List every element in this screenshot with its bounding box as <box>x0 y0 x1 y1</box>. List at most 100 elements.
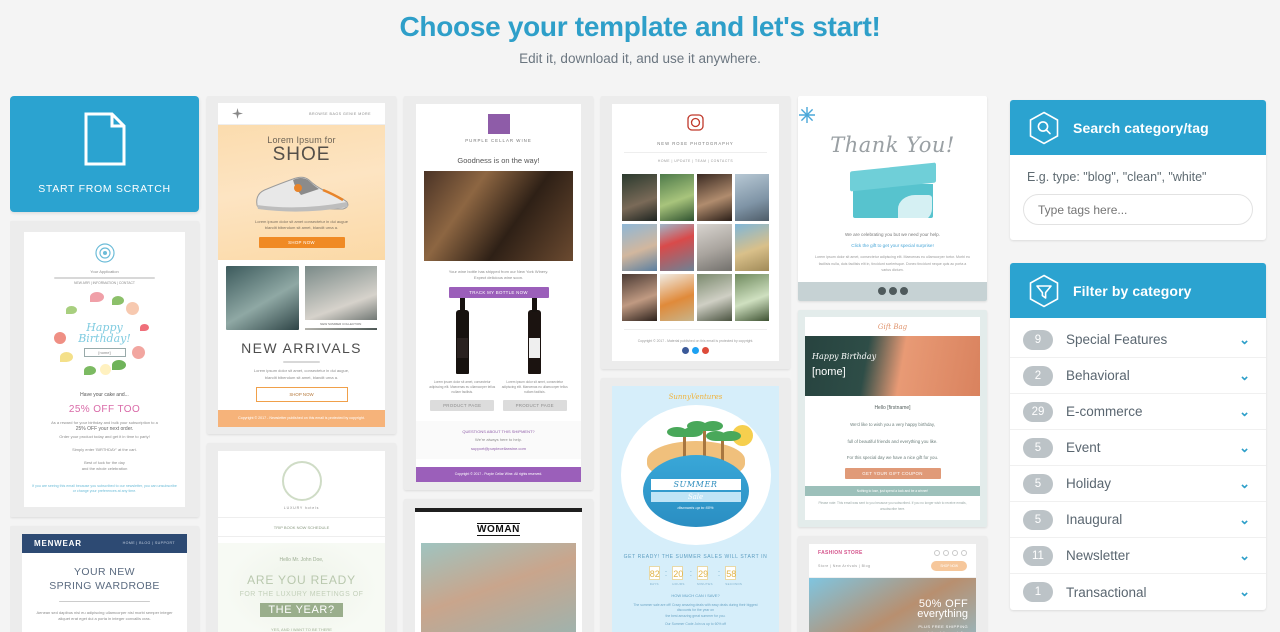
countdown-days: 82 DAYS <box>648 566 660 586</box>
chevron-down-icon[interactable]: ⌄ <box>1239 584 1250 600</box>
wine-q1: QUESTIONS ABOUT THIS SHIPMENT? <box>462 429 535 435</box>
template-card-menwear[interactable]: MENWEAR HOME | BLOG | SUPPORT YOUR NEW S… <box>10 525 199 632</box>
twitter-icon[interactable] <box>943 549 949 556</box>
grid-column-1: START FROM SCRATCH Your Application NEW … <box>10 96 199 632</box>
shoe-navbar: BROWSE BAGS GENIE MORE <box>218 103 385 125</box>
page-header: Choose your template and let's start! Ed… <box>0 0 1280 66</box>
category-row-special-features[interactable]: 9 Special Features ⌄ <box>1010 322 1266 358</box>
island-illustration: SUMMER Sale discounts up to 60% <box>620 405 771 545</box>
sneaker-graphic <box>249 171 354 213</box>
category-row-transactional[interactable]: 1 Transactional ⌄ <box>1010 574 1266 610</box>
wine-product2-button[interactable]: PRODUCT PAGE <box>502 400 567 412</box>
facebook-icon[interactable] <box>877 287 886 296</box>
category-count: 5 <box>1023 473 1053 494</box>
start-from-scratch-card[interactable]: START FROM SCRATCH <box>10 96 199 212</box>
giftbag-band: Nothing to lose, just spend a look and b… <box>805 486 980 497</box>
thankyou-line1: We are celebrating you but we need your … <box>845 232 940 237</box>
template-card-birthday[interactable]: Your Application NEW ARR | INFORMATION |… <box>10 220 199 517</box>
giftbag-legal: Please note: This email was sent to you … <box>818 501 967 512</box>
template-card-luxury[interactable]: LUXURY hotels TRIP BOOK NOW SCHEDULE Hel… <box>207 442 396 632</box>
grid-column-2: BROWSE BAGS GENIE MORE Lorem Ipsum for S… <box>207 96 396 632</box>
grid-column-3: PURPLE CELLAR WINE Goodness is on the wa… <box>404 96 593 632</box>
birthday-brand: Your Application <box>90 268 119 274</box>
floral-wreath-graphic: Happy Birthday! [nome] <box>50 290 160 386</box>
shoe-photo-left <box>226 266 299 331</box>
template-card-summer[interactable]: SunnyVentures SUMMER Sale discounts up t… <box>601 378 790 632</box>
menwear-title1: YOUR NEW <box>74 565 135 578</box>
shoe-cta-button[interactable]: SHOP NOW <box>258 237 345 249</box>
template-card-photogrid[interactable]: NEW ROSE PHOTOGRAPHY HOME | UPDATE | TEA… <box>601 96 790 369</box>
template-card-fashion[interactable]: FASHION STORE Store | New Arrivals | Blo… <box>798 535 987 632</box>
category-row-behavioral[interactable]: 2 Behavioral ⌄ <box>1010 358 1266 394</box>
thankyou-link[interactable]: Click the gift to get your special surpr… <box>798 239 987 252</box>
category-count: 5 <box>1023 509 1053 530</box>
chevron-down-icon[interactable]: ⌄ <box>1239 440 1250 456</box>
google-icon[interactable] <box>702 347 709 354</box>
twitter-icon[interactable] <box>692 347 699 354</box>
fashion-shop-pill[interactable]: SHOP NOW <box>931 560 967 571</box>
wine-body2: Expect delicious wine soon. <box>473 275 524 281</box>
category-label: Inaugural <box>1066 512 1123 527</box>
photogrid-socials <box>612 347 779 361</box>
summer-getready: GET READY! THE SUMMER SALES WILL START I… <box>623 554 768 560</box>
template-card-giftbag[interactable]: Gift Bag Happy Birthday [nome] Hello [fi… <box>798 309 987 527</box>
category-row-inaugural[interactable]: 5 Inaugural ⌄ <box>1010 502 1266 538</box>
chevron-down-icon[interactable]: ⌄ <box>1239 512 1250 528</box>
search-input[interactable] <box>1023 194 1253 225</box>
category-count: 2 <box>1023 365 1053 386</box>
category-row-holiday[interactable]: 5 Holiday ⌄ <box>1010 466 1266 502</box>
shoe-arrivals-title: NEW ARRIVALS <box>241 340 362 357</box>
chevron-down-icon[interactable]: ⌄ <box>1239 404 1250 420</box>
countdown-days-label: DAYS <box>649 582 659 586</box>
category-row-newsletter[interactable]: 11 Newsletter ⌄ <box>1010 538 1266 574</box>
star-logo-icon <box>232 108 243 119</box>
giftbag-line3: For this special day we have a nice gift… <box>846 454 939 460</box>
twitter-icon[interactable] <box>888 287 897 296</box>
woman-hero-image <box>421 542 576 632</box>
birthday-body6: and the whole celebration <box>81 466 128 472</box>
template-card-woman[interactable]: WOMAN <box>404 498 593 632</box>
countdown-minutes-d1: 29 <box>697 566 708 580</box>
summer-how: HOW MUCH CAN I SAVE? <box>671 593 720 598</box>
instagram-icon[interactable] <box>961 549 967 556</box>
thankyou-social-footer <box>798 281 987 301</box>
wine-q2: We're always here to help. <box>475 437 522 443</box>
page-subtitle: Edit it, download it, and use it anywher… <box>519 51 761 66</box>
category-row-event[interactable]: 5 Event ⌄ <box>1010 430 1266 466</box>
countdown-seconds-d1: 58 <box>725 566 736 580</box>
document-icon <box>84 112 125 166</box>
fashion-line2: everything <box>917 607 968 620</box>
category-row-e-commerce[interactable]: 29 E-commerce ⌄ <box>1010 394 1266 430</box>
template-card-thankyou[interactable]: Thank You! We are celebrating you but we… <box>798 96 987 301</box>
countdown-minutes: 29 MINUTES <box>697 566 713 586</box>
birthday-nav: NEW ARR | INFORMATION | CONTACT <box>74 280 135 285</box>
instagram-icon[interactable] <box>899 287 908 296</box>
template-card-shoe[interactable]: BROWSE BAGS GENIE MORE Lorem Ipsum for S… <box>207 96 396 434</box>
chevron-down-icon[interactable]: ⌄ <box>1239 548 1250 564</box>
mandala-logo-icon <box>281 460 322 501</box>
summer-body2: the best amazing great summer for you. <box>665 613 726 618</box>
birthday-body3: Order your product today and get it in t… <box>59 433 150 439</box>
search-hex-icon <box>1029 111 1059 144</box>
template-card-wine[interactable]: PURPLE CELLAR WINE Goodness is on the wa… <box>404 96 593 490</box>
chevron-down-icon[interactable]: ⌄ <box>1239 476 1250 492</box>
wine-product1-button[interactable]: PRODUCT PAGE <box>430 400 495 412</box>
google-icon[interactable] <box>952 549 958 556</box>
menwear-nav: HOME | BLOG | SUPPORT <box>122 541 175 546</box>
facebook-icon[interactable] <box>934 549 940 556</box>
giftbag-nome: [nome] <box>812 365 846 378</box>
facebook-icon[interactable] <box>682 347 689 354</box>
luxury-cta[interactable]: YES, AND I WANT TO BE THERE <box>218 627 385 632</box>
menwear-title2: SPRING WARDROBE <box>49 579 160 592</box>
category-count: 29 <box>1023 401 1053 422</box>
search-panel-title: Search category/tag <box>1073 119 1209 136</box>
chevron-down-icon[interactable]: ⌄ <box>1239 332 1250 348</box>
luxury-nav: TRIP BOOK NOW SCHEDULE <box>218 517 385 538</box>
photogrid-nav: HOME | UPDATE | TEAM | CONTACTS <box>624 152 767 170</box>
shoe-footer: Copyright © 2017 - Newsletter published … <box>218 409 385 427</box>
fashion-hero-image: 50% OFF everything PLUS FREE SHIPPING to… <box>809 577 976 632</box>
chevron-down-icon[interactable]: ⌄ <box>1239 368 1250 384</box>
giftbag-cta-button[interactable]: GET YOUR GIFT COUPON <box>844 468 941 480</box>
wine-cta-button[interactable]: TRACK MY BOTTLE NOW <box>448 287 549 299</box>
shoe-arrivals-button[interactable]: SHOP NOW <box>255 386 348 402</box>
